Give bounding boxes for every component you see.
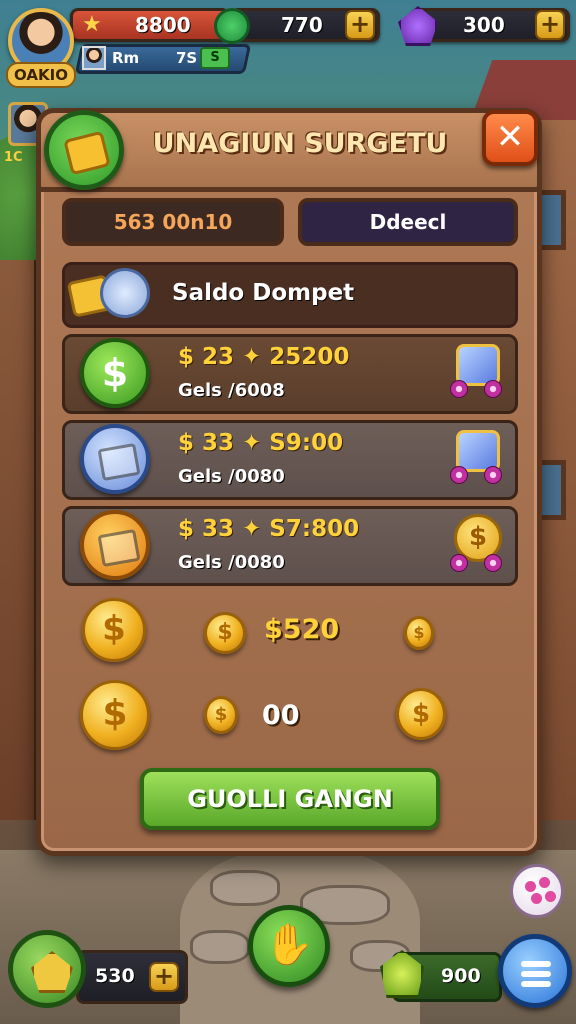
flower-icon xyxy=(450,466,468,484)
add-resource-button[interactable]: + xyxy=(149,962,179,992)
silver-coin-icon xyxy=(100,268,150,318)
dialog-title: UNAGIUN SURGETU xyxy=(152,128,448,159)
star-icon: ★ xyxy=(82,12,102,37)
flower-icon xyxy=(450,554,468,572)
info-left-box: 563 00n10 xyxy=(62,198,284,246)
wallet-icon xyxy=(66,266,150,322)
dollar-icon: $ xyxy=(80,338,150,408)
coin-amount-secondary: 00 xyxy=(262,700,300,731)
add-gems-button[interactable]: + xyxy=(345,10,375,40)
menu-icon[interactable] xyxy=(498,934,572,1008)
item-subtitle: Gels /0080 xyxy=(178,466,285,487)
green-gem-icon xyxy=(214,8,250,44)
item-price: $ 33 ✦ S7:800 xyxy=(178,516,360,542)
item-reward xyxy=(450,342,506,402)
box-icon xyxy=(80,510,150,580)
flower-icon xyxy=(484,466,502,484)
coin-icon: $ xyxy=(204,696,238,734)
flower-icon xyxy=(484,380,502,398)
item-subtitle: Gels /6008 xyxy=(178,380,285,401)
player-sub-badge: S xyxy=(200,47,230,69)
bottom-right-value: 900 xyxy=(441,965,481,987)
coin-icon: $ xyxy=(396,688,446,740)
box-icon xyxy=(80,424,150,494)
bottom-left-value: 530 xyxy=(95,965,135,987)
player-tag: Rm xyxy=(112,49,140,67)
info-right-box[interactable]: Ddeecl xyxy=(298,198,518,246)
gem-balance: 770 xyxy=(281,13,323,37)
coin-icon: $ xyxy=(404,616,434,650)
friend-badge: 1C xyxy=(4,150,23,165)
item-price: $ 33 ✦ S9:00 xyxy=(178,430,344,456)
bottom-resource-bar: 530 + xyxy=(76,950,188,1004)
coin-icon: $ xyxy=(80,680,150,750)
flower-icon xyxy=(484,554,502,572)
add-purple-gems-button[interactable]: + xyxy=(535,10,565,40)
stone xyxy=(210,870,280,906)
gem-balance-bar: 770 + xyxy=(230,8,380,42)
pentagon-gem-button[interactable] xyxy=(8,930,86,1008)
house-left xyxy=(0,260,40,820)
item-price: $ 23 ✦ 25200 xyxy=(178,344,350,370)
claim-button[interactable]: GUOLLI GANGN xyxy=(140,768,440,830)
close-button[interactable]: ✕ xyxy=(482,110,538,166)
item-reward: $ xyxy=(450,514,506,574)
item-reward xyxy=(450,428,506,488)
wallet-label: Saldo Dompet xyxy=(172,280,355,306)
coin-icon: $ xyxy=(82,598,146,662)
purple-gem-balance: 300 xyxy=(463,13,505,37)
hand-icon[interactable]: ✋ xyxy=(248,905,330,987)
player-mini-avatar xyxy=(82,46,106,70)
stone xyxy=(190,930,250,964)
coin-balance: 8800 xyxy=(135,13,191,37)
chat-icon[interactable] xyxy=(510,864,564,918)
flower-icon xyxy=(450,380,468,398)
item-subtitle: Gels /0080 xyxy=(178,552,285,573)
player-level-badge: OAKIO xyxy=(6,62,76,88)
coin-amount: $520 xyxy=(264,614,340,645)
coin-icon: $ xyxy=(204,612,246,654)
treasure-icon xyxy=(44,110,124,190)
player-sub-value: 7S xyxy=(176,49,198,67)
